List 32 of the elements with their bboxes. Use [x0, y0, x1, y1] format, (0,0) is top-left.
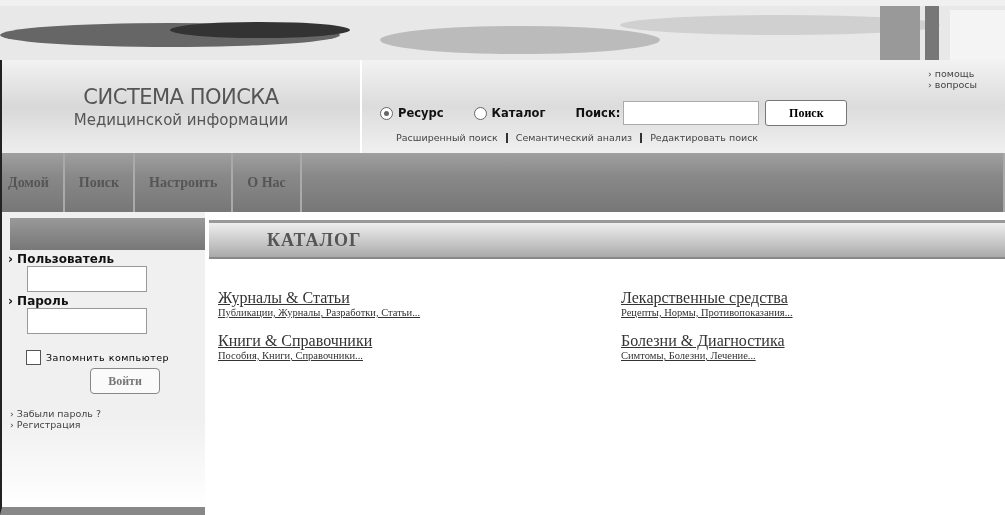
subcategory-link[interactable]: Публикации, Журналы, Разработки, Статьи...: [218, 307, 421, 318]
radio-option[interactable]: Каталог: [473, 106, 546, 120]
search-label: Поиск:: [575, 106, 621, 120]
logo-subtitle: Медицинской информации: [73, 110, 289, 129]
radio-label: Ресурс: [398, 106, 444, 120]
search-option-link[interactable]: Семантический анализ: [515, 132, 633, 143]
category-link[interactable]: Лекарственные средства: [621, 289, 788, 307]
search-field[interactable]: [623, 101, 760, 125]
password-field[interactable]: [27, 308, 147, 334]
search-option-link[interactable]: Расширенный поиск: [396, 132, 498, 143]
login-button[interactable]: Войти: [90, 368, 160, 394]
help-link[interactable]: › вопросы: [928, 79, 977, 90]
radio-label: Каталог: [491, 106, 546, 120]
username-label: › Пользователь: [8, 252, 115, 266]
help-link[interactable]: › помощь: [928, 68, 977, 79]
account-link[interactable]: › Регистрация: [10, 419, 101, 430]
subcategory-link[interactable]: Пособия, Книги, Справочники...: [218, 350, 363, 361]
catalog-title: КАТАЛОГ: [267, 229, 362, 251]
subcategory-link[interactable]: Симтомы, Болезни, Лечение...: [621, 350, 756, 361]
radio-option[interactable]: Ресурс: [380, 106, 444, 120]
account-link[interactable]: › Забыли пароль ?: [10, 408, 101, 419]
category-link[interactable]: Книги & Справочники: [218, 332, 373, 350]
checkbox[interactable]: [26, 350, 41, 365]
logo-title: СИСТЕМА ПОИСКА: [83, 84, 279, 109]
search-option-link[interactable]: Редактировать поиск: [650, 132, 759, 143]
username-field[interactable]: [27, 266, 147, 292]
subcategory-link[interactable]: Рецепты, Нормы, Противопоказания...: [621, 307, 793, 318]
category-link[interactable]: Болезни & Диагностика: [621, 332, 785, 350]
remember-label: Запомнить компьютер: [46, 352, 170, 363]
category-link[interactable]: Журналы & Статьи: [218, 289, 350, 307]
password-label: › Пароль: [8, 294, 69, 308]
search-button[interactable]: Поиск: [765, 100, 848, 126]
